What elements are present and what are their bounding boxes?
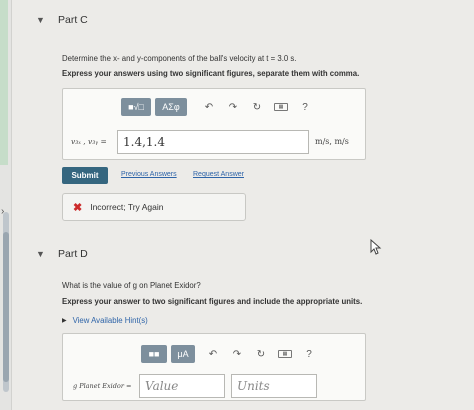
reset-icon[interactable]: ↻: [249, 349, 273, 360]
submit-button[interactable]: Submit: [62, 167, 108, 184]
collapse-arrow-icon[interactable]: ›: [1, 206, 4, 217]
part-d-answer-box: ■■ μA ↶ ↷ ↻ ▦ ? g Planet Exidor = Value …: [62, 333, 366, 401]
feedback-text: Incorrect; Try Again: [90, 202, 164, 212]
view-hints-toggle[interactable]: ▶ View Available Hint(s): [62, 316, 148, 325]
feedback-box: ✖ Incorrect; Try Again: [62, 193, 246, 221]
scrollbar-thumb[interactable]: [3, 232, 9, 382]
part-d-title: Part D: [58, 248, 88, 260]
undo-icon[interactable]: ↶: [197, 102, 221, 113]
part-c-title: Part C: [58, 14, 88, 26]
units-button[interactable]: μA: [171, 345, 195, 363]
part-c-question: Determine the x- and y-components of the…: [62, 54, 297, 63]
chevron-down-icon: ▼: [36, 249, 45, 259]
request-answer-link[interactable]: Request Answer: [193, 171, 244, 178]
help-icon[interactable]: ?: [293, 102, 317, 113]
part-c-units: m/s, m/s: [315, 137, 349, 146]
part-d-answer-label: g Planet Exidor =: [73, 382, 132, 390]
reset-icon[interactable]: ↻: [245, 102, 269, 113]
templates-button[interactable]: ■√□: [121, 98, 151, 116]
keyboard-icon[interactable]: ▦: [269, 103, 293, 111]
part-c-answer-label: v₃ₓ , v₃ᵧ =: [71, 137, 107, 146]
part-c-answer-input[interactable]: 1.4,1.4: [117, 130, 309, 154]
mouse-cursor-icon: [370, 239, 382, 255]
close-icon: ✖: [73, 201, 83, 214]
value-input[interactable]: Value: [139, 374, 225, 398]
green-highlight: [0, 0, 8, 165]
part-c-instruction: Express your answers using two significa…: [62, 69, 360, 78]
help-icon[interactable]: ?: [297, 349, 321, 360]
part-d-toolbar: ■■ μA ↶ ↷ ↻ ▦ ?: [141, 345, 321, 363]
redo-icon[interactable]: ↷: [221, 102, 245, 113]
units-input[interactable]: Units: [231, 374, 317, 398]
previous-answers-link[interactable]: Previous Answers: [121, 171, 177, 178]
part-c-header[interactable]: ▼ Part C: [36, 14, 88, 26]
part-c-answer-box: ■√□ ΑΣφ ↶ ↷ ↻ ▦ ? v₃ₓ , v₃ᵧ = 1.4,1.4 m/…: [62, 88, 366, 160]
part-d-question: What is the value of g on Planet Exidor?: [62, 281, 201, 290]
part-d-header[interactable]: ▼ Part D: [36, 248, 88, 260]
part-d-instruction: Express your answer to two significant f…: [62, 297, 363, 306]
keyboard-icon[interactable]: ▦: [273, 350, 297, 358]
undo-icon[interactable]: ↶: [201, 349, 225, 360]
view-hints-label: View Available Hint(s): [72, 316, 148, 325]
caret-right-icon: ▶: [62, 318, 67, 324]
greek-symbols-button[interactable]: ΑΣφ: [155, 98, 187, 116]
chevron-down-icon: ▼: [36, 15, 45, 25]
part-c-toolbar: ■√□ ΑΣφ ↶ ↷ ↻ ▦ ?: [121, 98, 317, 116]
redo-icon[interactable]: ↷: [225, 349, 249, 360]
templates-button[interactable]: ■■: [141, 345, 167, 363]
left-panel-strip: [0, 0, 12, 410]
